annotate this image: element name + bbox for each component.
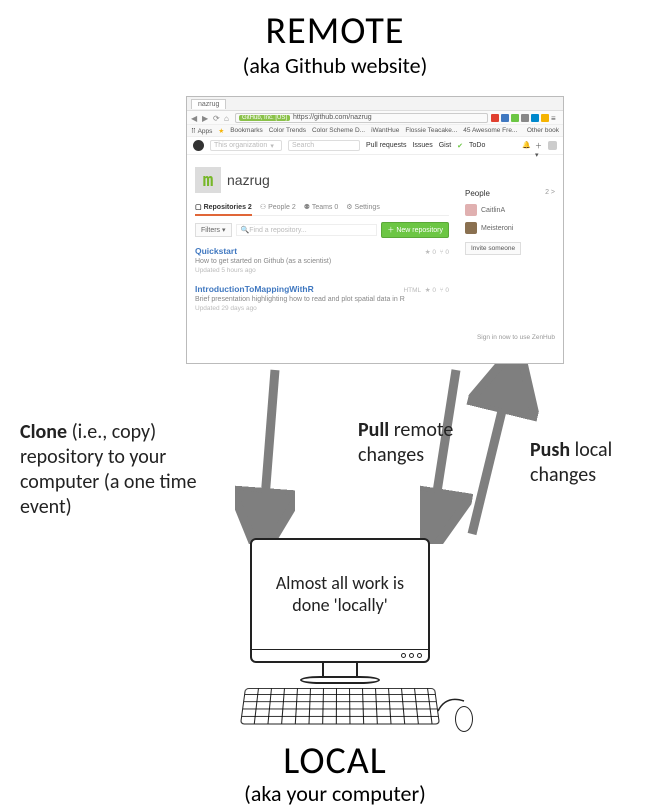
github-search-input[interactable]: Search xyxy=(288,140,360,151)
home-icon[interactable]: ⌂ xyxy=(224,114,232,122)
nav-todo[interactable]: ToDo xyxy=(469,142,485,150)
github-topbar: This organization▾ Search Pull requests … xyxy=(187,137,563,155)
bookmark-item[interactable]: Flossie Teacake... xyxy=(405,127,457,134)
forward-icon[interactable]: ▶ xyxy=(202,114,210,122)
invite-button[interactable]: Invite someone xyxy=(465,242,521,255)
nav-gist[interactable]: Gist xyxy=(439,142,451,150)
tab-settings[interactable]: ⚙ Settings xyxy=(346,203,380,211)
filters-button[interactable]: Filters ▾ xyxy=(195,223,232,237)
user-avatar-icon[interactable] xyxy=(548,141,557,150)
local-subtitle: (aka your computer) xyxy=(0,780,670,807)
browser-toolbar: ◀ ▶ ⟳ ⌂ GitHub, Inc. [US] https://github… xyxy=(187,111,563,125)
repo-description: How to get started on Github (as a scien… xyxy=(195,258,449,265)
repo-description: Brief presentation highlighting how to r… xyxy=(195,296,449,303)
browser-tab[interactable]: nazrug xyxy=(191,99,226,109)
ext-icon[interactable] xyxy=(501,114,509,122)
url-text: https://github.com/nazrug xyxy=(293,114,372,121)
https-badge: GitHub, Inc. [US] xyxy=(239,115,290,121)
remote-title: REMOTE xyxy=(0,8,670,54)
org-avatar: m xyxy=(195,167,221,193)
org-name: nazrug xyxy=(227,172,270,188)
github-nav: Pull requests Issues Gist ✔ ToDo xyxy=(366,142,485,150)
person-name: CaitlinA xyxy=(481,207,505,214)
github-browser-screenshot: nazrug ◀ ▶ ⟳ ⌂ GitHub, Inc. [US] https:/… xyxy=(186,96,564,364)
repo-item: Quickstart ★ 0 ⑂ 0 How to get started on… xyxy=(195,246,449,274)
repo-updated: Updated 5 hours ago xyxy=(195,267,449,274)
find-repo-input[interactable]: 🔍 Find a repository... xyxy=(236,224,378,236)
avatar xyxy=(465,204,477,216)
new-repository-button[interactable]: ＋ New repository xyxy=(381,222,449,238)
local-computer-illustration: Almost all work is done 'locally' xyxy=(240,538,440,728)
tab-repositories[interactable]: ▢ Repositories 2 xyxy=(195,203,252,216)
address-bar[interactable]: GitHub, Inc. [US] https://github.com/naz… xyxy=(235,113,488,123)
local-title: LOCAL xyxy=(0,738,670,784)
clone-label: Clone (i.e., copy) repository to your co… xyxy=(20,420,230,520)
bookmark-item[interactable]: 45 Awesome Fre... xyxy=(463,127,517,134)
person-item[interactable]: Meisteroni xyxy=(465,222,555,234)
monitor-screen-text: Almost all work is done 'locally' xyxy=(252,540,428,649)
tab-people[interactable]: ⚇ People 2 xyxy=(260,203,296,211)
bookmarks-bar: ⠿ Apps ★ Bookmarks Color Trends Color Sc… xyxy=(187,125,563,137)
repo-updated: Updated 29 days ago xyxy=(195,305,449,312)
people-count[interactable]: 2 > xyxy=(545,189,555,198)
tab-teams[interactable]: ⚉ Teams 0 xyxy=(304,203,339,211)
person-name: Meisteroni xyxy=(481,225,513,232)
avatar xyxy=(465,222,477,234)
apps-icon[interactable]: ⠿ Apps xyxy=(191,127,212,135)
push-label: Push local changes xyxy=(530,438,660,488)
people-header: People xyxy=(465,189,490,198)
mouse-icon xyxy=(455,706,473,732)
nav-pullrequests[interactable]: Pull requests xyxy=(366,142,406,150)
repo-meta: HTML ★ 0 ⑂ 0 xyxy=(403,286,449,294)
remote-subtitle: (aka Github website) xyxy=(0,52,670,79)
notifications-icon[interactable]: 🔔 xyxy=(522,141,531,150)
ext-icon[interactable] xyxy=(521,114,529,122)
repo-link[interactable]: IntroductionToMappingWithR xyxy=(195,284,314,294)
bookmark-item[interactable]: Color Scheme D... xyxy=(312,127,365,134)
bookmark-item[interactable]: Color Trends xyxy=(269,127,306,134)
org-scope-select[interactable]: This organization▾ xyxy=(210,140,282,151)
github-logo-icon[interactable] xyxy=(193,140,204,151)
bookmark-overflow[interactable]: Other book xyxy=(527,127,559,134)
person-item[interactable]: CaitlinA xyxy=(465,204,555,216)
repo-meta: ★ 0 ⑂ 0 xyxy=(425,248,449,256)
bookmark-item[interactable]: Bookmarks xyxy=(230,127,263,134)
repo-item: IntroductionToMappingWithR HTML ★ 0 ⑂ 0 … xyxy=(195,284,449,312)
browser-tab-strip: nazrug xyxy=(187,97,563,111)
nav-issues[interactable]: Issues xyxy=(412,142,432,150)
repo-link[interactable]: Quickstart xyxy=(195,246,237,256)
pull-label: Pull remote changes xyxy=(358,418,498,468)
ext-icon[interactable] xyxy=(491,114,499,122)
zenhub-link[interactable]: Sign in now to use ZenHub xyxy=(187,334,563,341)
bookmark-item[interactable]: iWantHue xyxy=(371,127,399,134)
org-tabs: ▢ Repositories 2 ⚇ People 2 ⚉ Teams 0 ⚙ … xyxy=(195,203,449,216)
ext-icon[interactable] xyxy=(511,114,519,122)
keyboard-icon xyxy=(240,688,440,724)
star-icon: ★ xyxy=(218,127,224,135)
back-icon[interactable]: ◀ xyxy=(191,114,199,122)
create-menu-icon[interactable]: ＋▾ xyxy=(535,141,544,150)
extension-icons: ≡ xyxy=(491,114,559,122)
reload-icon[interactable]: ⟳ xyxy=(213,114,221,122)
menu-icon[interactable]: ≡ xyxy=(551,114,559,122)
monitor: Almost all work is done 'locally' xyxy=(250,538,430,663)
clone-arrow xyxy=(235,364,295,544)
monitor-lights xyxy=(252,649,428,661)
ext-icon[interactable] xyxy=(531,114,539,122)
ext-icon[interactable] xyxy=(541,114,549,122)
